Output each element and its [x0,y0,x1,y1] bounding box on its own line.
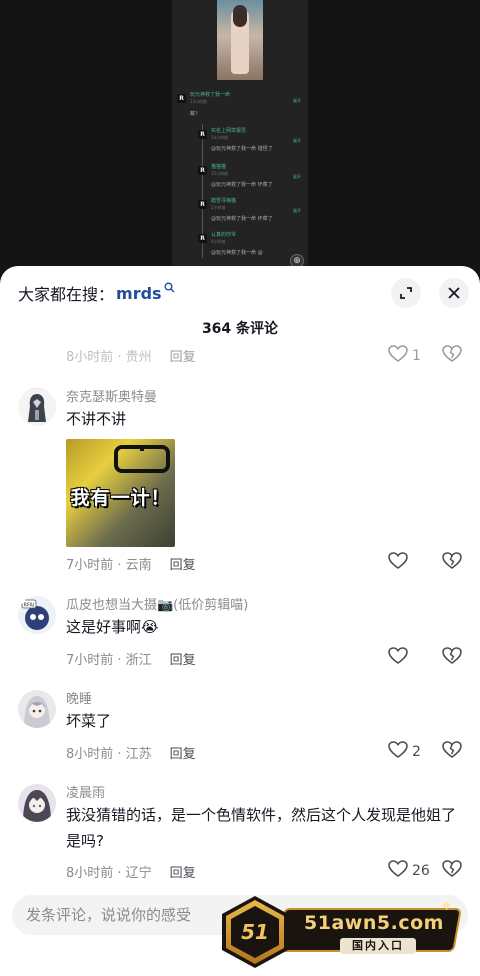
video-background[interactable]: R 玩元神救了我一命 13小时前 戴? 展开 R 实名上网举报员 14小时前 @… [0,0,480,272]
comment-time-location: 8小时前 · 江苏 [66,747,152,762]
broken-heart-icon [442,647,462,669]
like-count: 2 [412,744,421,760]
avatar[interactable] [18,690,56,728]
broken-heart-icon [442,552,462,574]
comment-meta: 7小时前 · 云南 回复 [66,554,196,573]
comment-username[interactable]: 瓜皮也想当大摄📷(低价剪辑喵) [66,594,248,613]
broken-heart-icon [442,741,462,763]
reply-button[interactable]: 回复 [170,554,196,573]
sparkle-icon: ✦ [440,896,454,915]
trending-search-term[interactable]: mrds [116,284,162,303]
like-button[interactable] [388,647,412,669]
broken-heart-icon [442,345,462,367]
expand-button[interactable] [391,278,421,308]
mini-root-name: 玩元神救了我一命 [190,92,231,98]
comment-username[interactable]: 晚睡 [66,688,92,707]
comment-count: 364 条评论 [201,321,279,337]
mini-link: 展开 [293,138,301,143]
like-button[interactable] [388,552,412,574]
avatar[interactable] [18,784,56,822]
comment-time-location: 7小时前 · 云南 [66,558,152,573]
like-button[interactable]: 26 [388,860,430,882]
recorded-screen: R 玩元神救了我一命 13小时前 戴? 展开 R 实名上网举报员 14小时前 @… [172,0,308,272]
like-button[interactable]: 2 [388,741,421,763]
mini-reply-name: 踏雪寻梅猫 [211,198,237,204]
close-icon [448,287,460,299]
reply-button[interactable]: 回复 [170,346,196,365]
broken-heart-icon [442,860,462,882]
reply-button[interactable]: 回复 [170,743,196,762]
comment-username[interactable]: 凌晨雨 [66,782,105,801]
heart-icon [388,647,408,669]
watermark-site: 51awn5.com [304,912,444,934]
comment-username[interactable]: 奈克瑟斯奥特曼 [66,386,157,405]
mini-avatar: R [198,234,207,243]
close-button[interactable] [439,278,469,308]
search-icon [164,282,175,296]
dislike-button[interactable] [442,860,462,882]
comment-time-location: 7小时前 · 浙江 [66,653,152,668]
mini-avatar: R [198,130,207,139]
comment-text: 这是好事啊😭 [66,618,159,636]
mini-reply-time: 4小时前 [211,239,226,244]
comment-item: 凌晨雨 我没猜错的话，是一个色情软件，然后这个人发现是他姐了是吗? 8小时前 ·… [0,780,480,886]
mini-link: 展开 [293,174,301,179]
dislike-button[interactable] [442,345,462,367]
comment-text: 我没猜错的话，是一个色情软件，然后这个人发现是他姐了是吗? [66,806,457,850]
comment-item: 晚睡 坏菜了 8小时前 · 江苏 回复 2 [0,686,480,766]
mini-reply-text: @玩元神救了我一命 @ [211,250,263,256]
mini-reply-text: @玩元神救了我一命 坏菜了 [211,216,273,222]
comment-meta: 8小时前 · 辽宁 回复 [66,862,196,881]
heart-icon [388,741,408,763]
like-count: 1 [412,348,421,364]
mini-link: 展开 [293,208,301,213]
comment-time-location: 8小时前 · 贵州 [66,350,152,365]
mini-reply-time: 14小时前 [211,135,229,140]
trending-search[interactable]: 大家都在搜： mrds [18,282,175,304]
like-count: 26 [412,863,430,879]
comment-sheet: 大家都在搜： mrds 364 条评论 8小时前 · 贵州 回复 1 奈克瑟斯奥… [0,266,480,976]
mini-avatar: R [198,200,207,209]
mini-reply-name: 实名上网举报员 [211,128,247,134]
video-thumbnail [217,0,263,80]
watermark-logo: 51 51awn5.com 国内入口 ✦ [222,896,462,968]
heart-icon [388,860,408,882]
heart-icon [388,552,408,574]
comment-meta: 8小时前 · 贵州 回复 [66,346,196,365]
mini-reply-text: @玩元神救了我一命 错怪了 [211,146,273,152]
comment-image[interactable]: 我有一计！ [66,439,175,547]
image-caption: 我有一计！ [70,487,171,509]
mini-avatar: R [177,94,186,103]
comment-time-location: 8小时前 · 辽宁 [66,866,152,881]
svg-text:RFAI: RFAI [24,603,35,609]
reply-button[interactable]: 回复 [170,649,196,668]
mini-root-time: 13小时前 [190,99,208,104]
like-button[interactable]: 1 [388,345,421,367]
comment-item: 奈克瑟斯奥特曼 不讲不讲 我有一计！ 7小时前 · 云南 回复 [0,384,480,574]
mini-reply-name: 猫猫猫 [211,164,227,170]
comment-meta: 7小时前 · 浙江 回复 [66,649,196,668]
mini-reply-name: 认真的你爷 [211,232,237,238]
comment-text: 不讲不讲 [66,410,127,428]
watermark-entry: 国内入口 [340,938,416,954]
reply-button[interactable]: 回复 [170,862,196,881]
mini-reply-text: @玩元神救了我一命 坏菜了 [211,182,273,188]
mini-reply-time: 15小时前 [211,171,229,176]
comment-item: 8小时前 · 贵州 回复 1 [0,345,480,367]
mini-root-text: 戴? [190,111,198,117]
dislike-button[interactable] [442,552,462,574]
trending-search-label: 大家都在搜： [18,285,115,304]
expand-icon [399,286,413,300]
mini-reply-time: 5小时前 [211,205,226,210]
mini-link: 展开 [293,98,301,103]
comment-text: 坏菜了 [66,712,112,730]
mini-avatar: R [198,166,207,175]
dislike-button[interactable] [442,647,462,669]
avatar[interactable]: RFAI [18,596,56,634]
avatar[interactable] [18,388,56,426]
dislike-button[interactable] [442,741,462,763]
comment-item: RFAI 瓜皮也想当大摄📷(低价剪辑喵) 这是好事啊😭 7小时前 · 浙江 回复 [0,592,480,672]
heart-icon [388,345,408,367]
comment-meta: 8小时前 · 江苏 回复 [66,743,196,762]
